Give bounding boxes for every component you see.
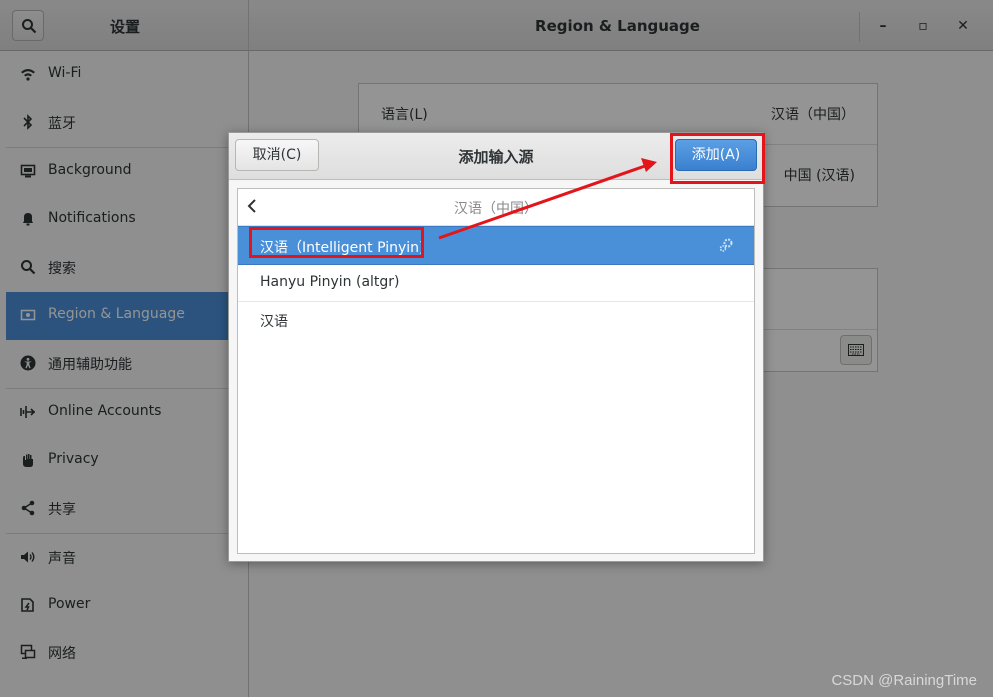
annotation-arrow-icon	[438, 158, 657, 240]
settings-window: 设置 Region & Language – ▫ ✕ Wi-Fi 蓝牙 Back…	[0, 0, 993, 697]
watermark: CSDN @RainingTime	[831, 672, 977, 689]
